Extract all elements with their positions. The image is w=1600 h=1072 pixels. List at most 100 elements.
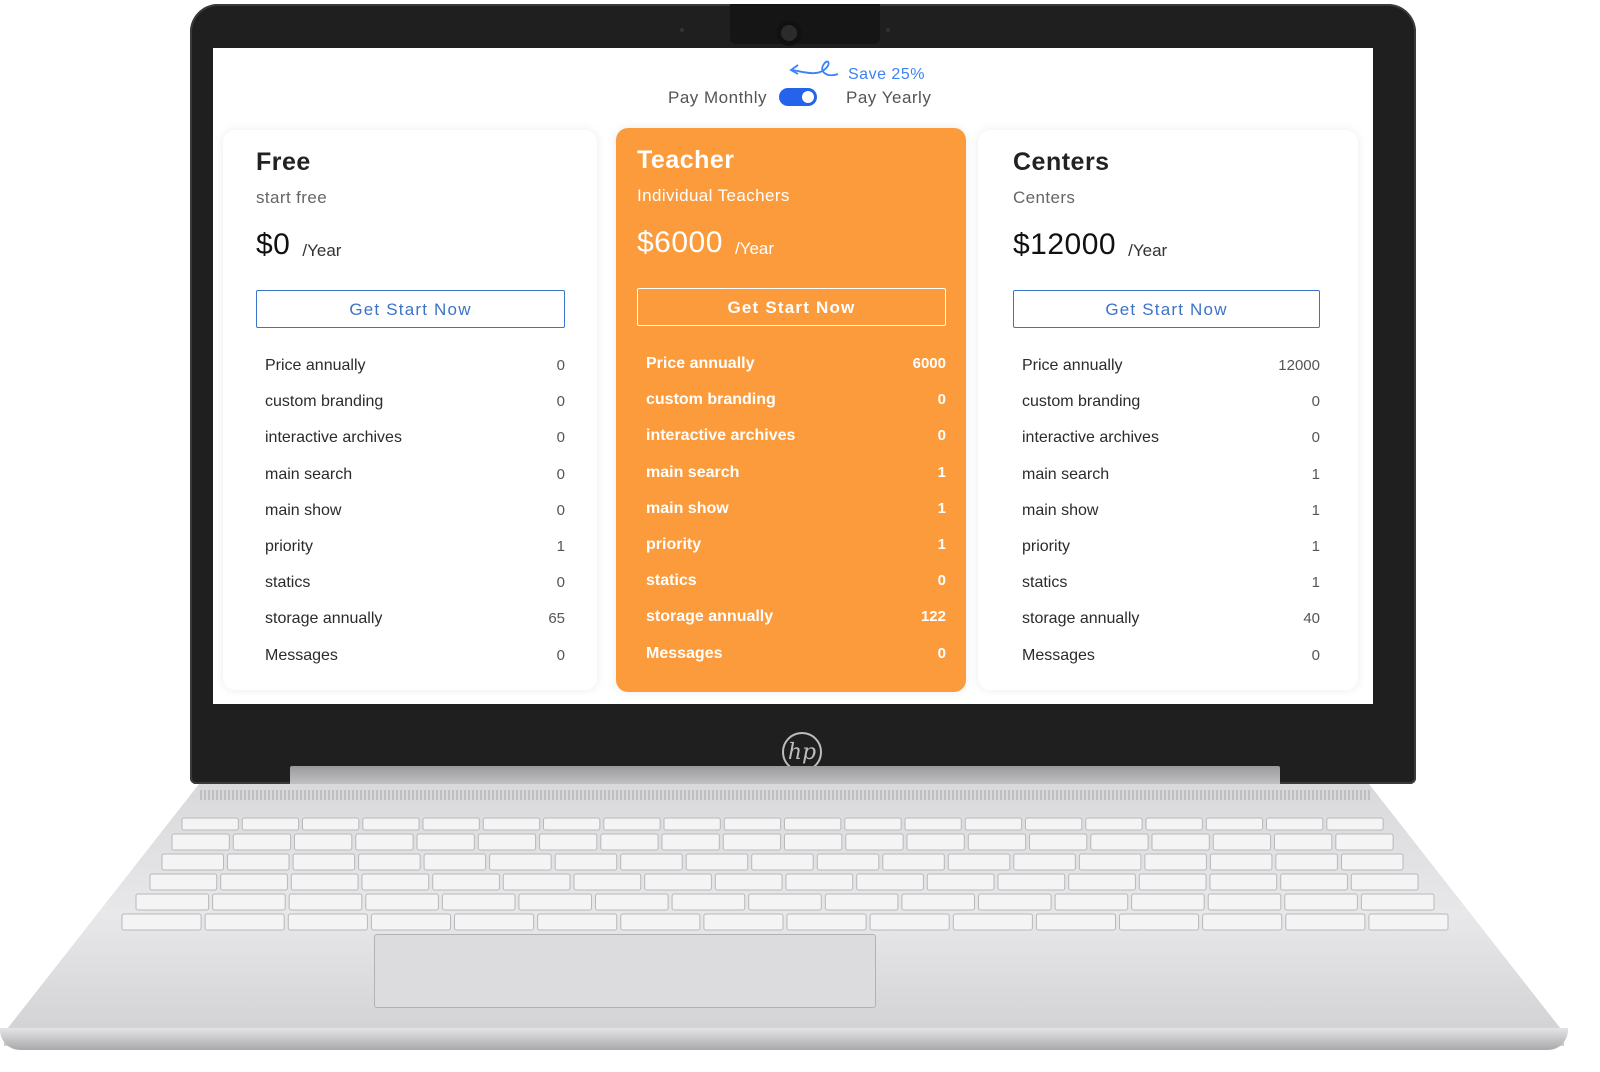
keyboard-key (149, 873, 218, 891)
keyboard-key (302, 817, 360, 831)
keyboard-key (287, 913, 368, 931)
keyboard-key (816, 853, 880, 871)
keyboard-key (539, 833, 598, 851)
keyboard-key (489, 853, 552, 871)
keyboard-key (423, 853, 487, 871)
keyboard-key (723, 817, 782, 831)
keyboard-key (1035, 913, 1117, 931)
keyboard-key (722, 833, 782, 851)
keyboard-key (600, 833, 659, 851)
keyboard-key (1138, 873, 1207, 891)
keyboard-key (1119, 913, 1200, 931)
keyboard-key (1145, 817, 1203, 831)
keyboard-key (1025, 817, 1083, 831)
keyboard-key (502, 873, 571, 891)
keyboard-key (554, 853, 618, 871)
keyboard-key (1085, 817, 1143, 831)
keyboard-key (232, 833, 292, 851)
keyboard-key (784, 817, 842, 831)
keyboard-key (1068, 873, 1136, 891)
keyboard-key (422, 817, 480, 831)
keyboard-key (1284, 893, 1358, 911)
keyboard-key (288, 893, 363, 911)
keyboard-key (1212, 833, 1272, 851)
keyboard-key (1368, 913, 1449, 931)
keyboard-key (784, 833, 843, 851)
keyboard-key (1275, 853, 1338, 871)
keyboard-key (292, 853, 356, 871)
keyboard-key (869, 913, 950, 931)
keyboard-key (477, 833, 537, 851)
keyboard-key (1029, 833, 1088, 851)
keyboard-key (1326, 817, 1384, 831)
keyboard-key (227, 853, 290, 871)
keyboard-key (1266, 817, 1324, 831)
keyboard-key (121, 913, 202, 931)
keyboard-key (416, 833, 475, 851)
keyboard-key (663, 817, 721, 831)
keyboard-key (241, 817, 300, 831)
keyboard-key (1144, 853, 1207, 871)
keyboard-key (212, 893, 286, 911)
laptop-front-edge (0, 1028, 1568, 1050)
keyboard-key (365, 893, 439, 911)
keyboard-key (294, 833, 353, 851)
keyboard-key (1285, 913, 1366, 931)
keyboard-key (748, 893, 822, 911)
keyboard-key (1054, 893, 1129, 911)
keyboard-key (537, 913, 618, 931)
keyboard-key (964, 817, 1023, 831)
keyboard-key (603, 817, 661, 831)
keyboard-key (1335, 833, 1394, 851)
keyboard-key (967, 833, 1027, 851)
keyboard-key (1202, 913, 1283, 931)
keyboard-key (661, 833, 720, 851)
keyboard-key (1209, 873, 1278, 891)
keyboard-key (441, 893, 516, 911)
keyboard-key (685, 853, 749, 871)
keyboard-key (978, 893, 1052, 911)
keyboard-key (362, 817, 420, 831)
keyboard-key (355, 833, 414, 851)
keyboard-key (161, 853, 224, 871)
keyboard-key (204, 913, 285, 931)
keyboard-key (358, 853, 421, 871)
keyboard-key (1274, 833, 1333, 851)
keyboard-key (844, 817, 902, 831)
keyboard-key (751, 853, 814, 871)
keyboard-key (620, 913, 701, 931)
keyboard-key (1013, 853, 1076, 871)
keyboard-key (454, 913, 535, 931)
keyboard-key (785, 873, 854, 891)
touchpad (374, 934, 876, 1008)
keyboard-key (290, 873, 359, 891)
keyboard-key (714, 873, 783, 891)
keyboard-key (947, 853, 1011, 871)
keyboard-key (518, 893, 593, 911)
keyboard-key (432, 873, 500, 891)
keyboard-key (952, 913, 1033, 931)
keyboard-key (620, 853, 683, 871)
keyboard-key (1280, 873, 1348, 891)
keyboard-key (856, 873, 924, 891)
keyboard-key (171, 833, 230, 851)
keyboard-key (1360, 893, 1435, 911)
keyboard-key (1207, 893, 1282, 911)
keyboard-icon (121, 817, 1449, 931)
keyboard-key (1341, 853, 1404, 871)
keyboard-key (595, 893, 669, 911)
keyboard-key (181, 817, 239, 831)
keyboard-key (361, 873, 430, 891)
keyboard-key (1350, 873, 1419, 891)
keyboard-key (671, 893, 746, 911)
keyboard-key (644, 873, 712, 891)
keyboard-key (882, 853, 945, 871)
keyboard-key (926, 873, 995, 891)
keyboard-key (997, 873, 1066, 891)
keyboard-key (135, 893, 210, 911)
keyboard-key (1151, 833, 1210, 851)
keyboard-key (573, 873, 642, 891)
keyboard-key (904, 817, 962, 831)
keyboard-key (1078, 853, 1142, 871)
keyboard-key (786, 913, 867, 931)
